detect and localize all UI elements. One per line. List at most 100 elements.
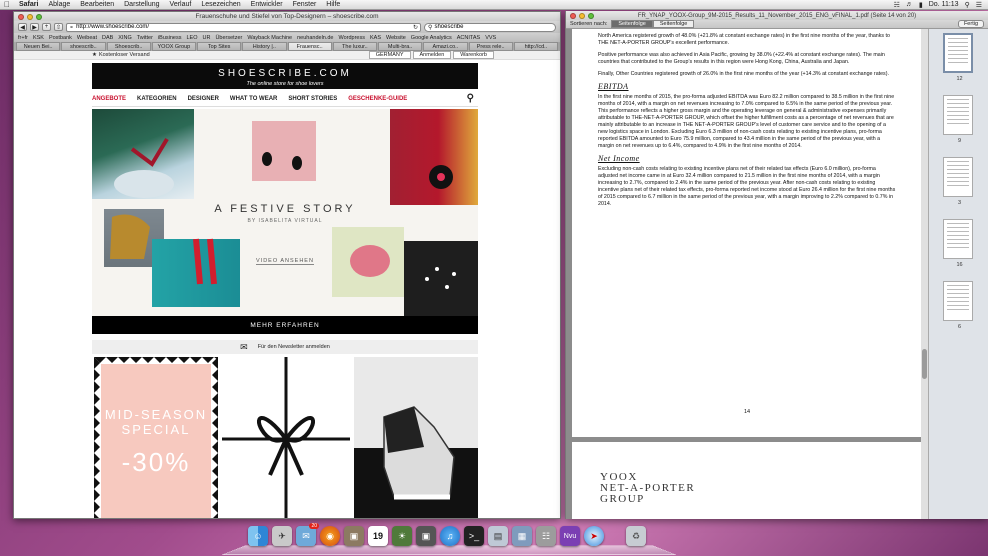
safari-icon[interactable]: ➤ <box>584 526 604 546</box>
more-button[interactable]: MEHR ERFAHREN <box>92 316 478 334</box>
nav-short-stories[interactable]: SHORT STORIES <box>288 96 337 102</box>
bookmark[interactable]: Übersetzer <box>215 35 242 41</box>
page-thumbnail[interactable] <box>943 219 973 259</box>
page-thumbnail-selected[interactable] <box>943 33 973 73</box>
mail-icon[interactable]: ✉ 20 <box>296 523 319 546</box>
photo-icon[interactable]: ▣ <box>344 526 364 546</box>
bookmark[interactable]: Wayback Machine <box>247 35 292 41</box>
bookmark[interactable]: fr+fr <box>18 35 28 41</box>
forward-button[interactable]: ▶ <box>30 23 39 31</box>
nav-angebote[interactable]: ANGEBOTE <box>92 96 126 102</box>
bookmark[interactable]: DAB <box>102 35 113 41</box>
search-icon[interactable]: ⚲ <box>467 93 474 104</box>
wifi-icon[interactable]: ☵ <box>894 1 900 9</box>
tab[interactable]: Press rele.. <box>468 42 513 51</box>
notification-icon[interactable]: ☰ <box>976 1 982 9</box>
country-selector[interactable]: GERMANY <box>368 51 411 59</box>
clock[interactable]: Do. 11:13 <box>929 1 959 8</box>
volume-icon[interactable]: ♬ <box>906 1 913 8</box>
sort-segment[interactable]: Seitenfolge <box>652 20 695 28</box>
menu-darstellung[interactable]: Darstellung <box>119 1 164 8</box>
promo-gift-tile[interactable] <box>222 357 350 518</box>
nav-designer[interactable]: DESIGNER <box>188 96 219 102</box>
url-input[interactable] <box>76 24 413 30</box>
tab[interactable]: The luxur.. <box>332 42 377 51</box>
site-logo[interactable]: SHOESCRIBE.COM <box>92 68 478 79</box>
bookmark[interactable]: Weibeat <box>77 35 97 41</box>
bookmark[interactable]: Google Analytics <box>411 35 452 41</box>
new-tab-button[interactable]: + <box>42 23 51 31</box>
menu-ablage[interactable]: Ablage <box>43 1 75 8</box>
iphoto-icon[interactable]: ☀ <box>392 526 412 546</box>
apple-icon[interactable]:  <box>0 0 14 9</box>
document-area[interactable]: North America registered growth of 48.0%… <box>566 29 928 519</box>
reload-icon[interactable]: ↻ <box>413 24 418 31</box>
search-input[interactable] <box>434 24 552 30</box>
tab[interactable]: Neuen Bei.. <box>16 42 61 51</box>
trash-icon[interactable]: ♻ <box>626 526 646 546</box>
bookmark[interactable]: KAS <box>370 35 381 41</box>
bookmark[interactable]: Website <box>386 35 406 41</box>
bookmark[interactable]: Wordpress <box>339 35 366 41</box>
battery-icon[interactable]: ▮ <box>919 1 923 9</box>
menu-entwickler[interactable]: Entwickler <box>246 1 288 8</box>
newsletter-bar[interactable]: ✉ Für den Newsletter anmelden <box>92 340 478 354</box>
tab[interactable]: Shoescrib.. <box>106 42 151 51</box>
video-link[interactable]: VIDEO ANSEHEN <box>256 258 314 265</box>
bookmark[interactable]: iBusiness <box>158 35 182 41</box>
spotlight-icon[interactable]: ⚲ <box>965 1 970 9</box>
tab-active[interactable]: Frauensc.. <box>287 42 332 51</box>
tab[interactable]: Top Sites <box>197 42 242 51</box>
terminal-icon[interactable]: >_ <box>464 526 484 546</box>
page-thumbnail[interactable] <box>943 157 973 197</box>
vertical-scrollbar[interactable] <box>921 29 928 519</box>
menu-bearbeiten[interactable]: Bearbeiten <box>75 1 119 8</box>
hero-collage[interactable]: A FESTIVE STORY BY ISABELITA VIRTUAL VID… <box>92 109 478 317</box>
menu-fenster[interactable]: Fenster <box>288 1 322 8</box>
bookmark[interactable]: LEO <box>186 35 197 41</box>
apps-icon[interactable]: ☷ <box>536 526 556 546</box>
share-button[interactable]: ⇧ <box>54 23 64 31</box>
cart-link[interactable]: Warenkorb <box>453 51 494 59</box>
firefox-icon[interactable]: ◉ <box>320 526 340 546</box>
screenshot-icon[interactable]: ▣ <box>416 526 436 546</box>
promo-sale-tile[interactable]: MID-SEASON SPECIAL -30% <box>94 357 218 518</box>
menu-lesezeichen[interactable]: Lesezeichen <box>196 1 245 8</box>
bookmark[interactable]: KSK <box>33 35 44 41</box>
sort-segment-selected[interactable]: Seitenfolge <box>611 20 653 28</box>
tab[interactable]: http://cd.. <box>513 42 558 51</box>
menu-hilfe[interactable]: Hilfe <box>321 1 345 8</box>
finder-icon[interactable]: ☺ <box>248 526 268 546</box>
page-thumbnail[interactable] <box>943 281 973 321</box>
itunes-icon[interactable]: ♫ <box>440 526 460 546</box>
bookmark[interactable]: UR <box>203 35 211 41</box>
page-thumbnail[interactable] <box>943 95 973 135</box>
tab[interactable]: History |.. <box>242 42 287 51</box>
menu-verlauf[interactable]: Verlauf <box>165 1 197 8</box>
nav-geschenke-guide[interactable]: GESCHENKE-GUIDE <box>348 96 407 102</box>
search-field[interactable]: ⚲ <box>424 22 556 32</box>
login-link[interactable]: Anmelden <box>412 51 452 59</box>
tab[interactable]: Multi-bra.. <box>378 42 423 51</box>
preview-icon[interactable]: ▤ <box>488 526 508 546</box>
nvu-icon[interactable]: Nvu <box>560 526 580 546</box>
nav-kategorien[interactable]: KATEGORIEN <box>137 96 177 102</box>
bookmark[interactable]: XING <box>118 35 131 41</box>
launchpad-icon[interactable]: ✈ <box>272 526 292 546</box>
done-button[interactable]: Fertig <box>957 20 984 28</box>
bookmark[interactable]: Twitter <box>137 35 153 41</box>
bookmark[interactable]: neuhandeln.de <box>297 35 333 41</box>
promo-sneaker-tile[interactable] <box>354 357 478 518</box>
back-button[interactable]: ◀ <box>18 23 27 31</box>
nav-what-to-wear[interactable]: WHAT TO WEAR <box>230 96 277 102</box>
calendar-icon[interactable]: 19 <box>368 526 388 546</box>
bookmark[interactable]: ACNITAS <box>457 35 480 41</box>
bookmark[interactable]: Postbank <box>49 35 72 41</box>
tab[interactable]: YOOX Group <box>151 42 196 51</box>
tab[interactable]: Amazi.co.. <box>423 42 468 51</box>
address-bar[interactable]: ⚬ ↻ <box>66 22 422 32</box>
menu-app[interactable]: Safari <box>14 1 43 8</box>
documents-icon[interactable]: ▦ <box>512 526 532 546</box>
scroll-thumb[interactable] <box>922 349 927 379</box>
bookmark[interactable]: VVS <box>485 35 496 41</box>
